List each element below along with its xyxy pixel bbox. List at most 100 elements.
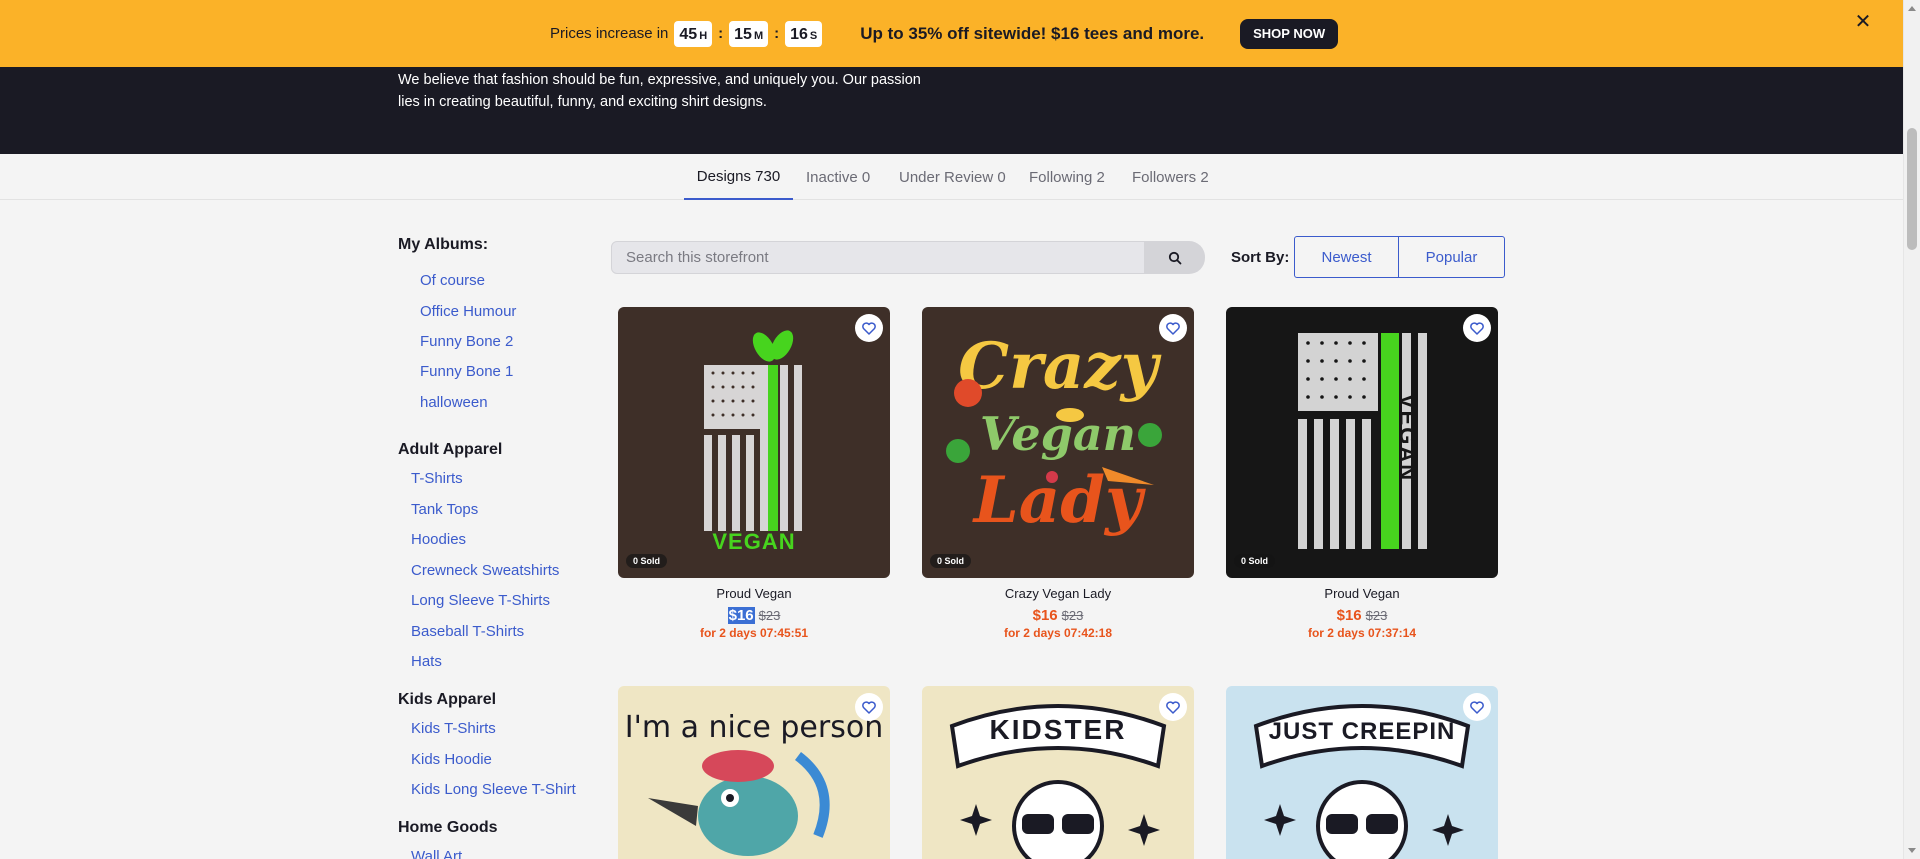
product-card[interactable]: Crazy Vegan Lady 0 Sold Crazy Vegan Lady… [922, 307, 1194, 640]
skull-artwork [1253, 704, 1471, 859]
tab-designs[interactable]: Designs 730 [684, 154, 793, 200]
favorite-button[interactable] [1159, 314, 1187, 342]
scroll-up-icon[interactable] [1908, 6, 1916, 11]
product-image[interactable]: VEGAN 0 Sold [618, 307, 890, 578]
kids-apparel-heading: Kids Apparel [398, 691, 497, 708]
album-link[interactable]: Funny Bone 1 [420, 363, 513, 380]
sale-price: $16 [1032, 607, 1058, 624]
category-link[interactable]: Long Sleeve T-Shirts [411, 592, 550, 609]
album-link[interactable]: Funny Bone 2 [420, 333, 513, 350]
countdown-separator: : [718, 25, 724, 42]
product-name[interactable]: Proud Vegan [1226, 586, 1498, 601]
category-link[interactable]: Kids Long Sleeve T-Shirt [411, 781, 576, 798]
artwork-text: KIDSTER [989, 714, 1127, 745]
countdown-hours: 45 H [674, 20, 713, 47]
product-image[interactable]: I'm a nice person [618, 686, 890, 859]
tab-followers[interactable]: Followers 2 [1132, 154, 1209, 200]
sale-timer: for 2 days 07:42:18 [1003, 626, 1113, 640]
scrollbar-thumb[interactable] [1907, 128, 1917, 250]
favorite-button[interactable] [855, 693, 883, 721]
skull-artwork [949, 704, 1167, 859]
sale-timer: for 2 days 07:45:51 [699, 626, 809, 640]
category-link[interactable]: Hoodies [411, 531, 466, 548]
flag-artwork [1298, 333, 1427, 549]
sale-timer: for 2 days 07:37:14 [1307, 626, 1417, 640]
product-card[interactable]: KIDSTER [922, 686, 1194, 859]
favorite-button[interactable] [855, 314, 883, 342]
heart-icon [862, 321, 876, 335]
sort-newest-button[interactable]: Newest [1294, 236, 1399, 278]
heart-icon [1166, 700, 1180, 714]
product-name[interactable]: Crazy Vegan Lady [922, 586, 1194, 601]
bird-artwork [648, 750, 830, 856]
sale-price: $16 [727, 607, 755, 624]
promo-countdown-label: Prices increase in [550, 25, 669, 42]
heart-icon [862, 700, 876, 714]
promo-content: Prices increase in 45 H : 15 M : 16 S Up to… [550, 0, 1339, 67]
sort-label: Sort By: [1231, 249, 1290, 266]
promo-message: Up to 35% off sitewide! $16 tees and mor… [860, 23, 1205, 43]
artwork-text: JUST CREEPIN [1268, 718, 1456, 745]
product-price: $16 $23 [1226, 607, 1498, 624]
product-card[interactable]: VEGAN 0 Sold Proud Vegan $16 $23 for 2 da… [1226, 307, 1498, 640]
sold-badge: 0 Sold [1234, 554, 1276, 568]
vegetables-artwork [946, 379, 1162, 485]
home-goods-heading: Home Goods [398, 819, 498, 836]
product-image[interactable]: JUST CREEPIN [1226, 686, 1498, 859]
product-card[interactable]: JUST CREEPIN [1226, 686, 1498, 859]
search-button[interactable] [1145, 241, 1205, 274]
category-link[interactable]: Baseball T-Shirts [411, 623, 524, 640]
scroll-down-icon[interactable] [1908, 848, 1916, 853]
sold-badge: 0 Sold [626, 554, 668, 568]
favorite-button[interactable] [1463, 314, 1491, 342]
store-header: We believe that fashion should be fun, e… [0, 67, 1903, 154]
original-price: $23 [758, 608, 781, 623]
category-link[interactable]: Kids Hoodie [411, 751, 492, 768]
heart-icon [1470, 700, 1484, 714]
artwork-text: VEGAN [712, 529, 796, 554]
category-link[interactable]: Crewneck Sweatshirts [411, 562, 559, 579]
original-price: $23 [1061, 608, 1084, 623]
product-image[interactable]: KIDSTER [922, 686, 1194, 859]
product-price: $16 $23 [618, 607, 890, 624]
sort-popular-button[interactable]: Popular [1398, 236, 1505, 278]
tab-following[interactable]: Following 2 [1029, 154, 1105, 200]
adult-apparel-heading: Adult Apparel [398, 441, 503, 458]
favorite-button[interactable] [1463, 693, 1491, 721]
album-link[interactable]: Of course [420, 272, 485, 289]
store-tabs: Designs 730 Inactive 0 Under Review 0 Fo… [0, 154, 1903, 200]
category-link[interactable]: Tank Tops [411, 501, 478, 518]
search-icon [1168, 251, 1182, 264]
search-input[interactable] [611, 241, 1145, 274]
original-price: $23 [1365, 608, 1388, 623]
album-link[interactable]: halloween [420, 394, 488, 411]
category-link[interactable]: Hats [411, 653, 442, 670]
tab-inactive[interactable]: Inactive 0 [806, 154, 870, 200]
page-scrollbar[interactable] [1903, 0, 1920, 859]
product-image[interactable]: Crazy Vegan Lady 0 Sold [922, 307, 1194, 578]
category-link[interactable]: Kids T-Shirts [411, 720, 496, 737]
product-price: $16 $23 [922, 607, 1194, 624]
store-description: We believe that fashion should be fun, e… [398, 72, 921, 110]
product-name[interactable]: Proud Vegan [618, 586, 890, 601]
heart-icon [1470, 321, 1484, 335]
heart-icon [1166, 321, 1180, 335]
close-icon[interactable]: ✕ [1853, 12, 1873, 32]
product-card[interactable]: VEGAN 0 Sold Proud Vegan $16 $23 for 2 da… [618, 307, 890, 640]
sale-price: $16 [1336, 607, 1362, 624]
artwork-text: VEGAN [1395, 393, 1420, 483]
tab-under-review[interactable]: Under Review 0 [899, 154, 1006, 200]
shop-now-button[interactable]: SHOP NOW [1240, 18, 1339, 49]
countdown-minutes: 15 M [729, 20, 769, 47]
category-link[interactable]: T-Shirts [411, 470, 463, 487]
promo-banner: Prices increase in 45 H : 15 M : 16 S Up to… [0, 0, 1903, 67]
countdown-seconds: 16 S [785, 20, 823, 47]
category-link[interactable]: Wall Art [411, 848, 462, 859]
countdown-separator: : [774, 25, 780, 42]
product-card[interactable]: I'm a nice person [618, 686, 890, 859]
albums-heading: My Albums: [398, 236, 489, 253]
album-link[interactable]: Office Humour [420, 303, 516, 320]
product-image[interactable]: VEGAN 0 Sold [1226, 307, 1498, 578]
favorite-button[interactable] [1159, 693, 1187, 721]
sold-badge: 0 Sold [930, 554, 972, 568]
